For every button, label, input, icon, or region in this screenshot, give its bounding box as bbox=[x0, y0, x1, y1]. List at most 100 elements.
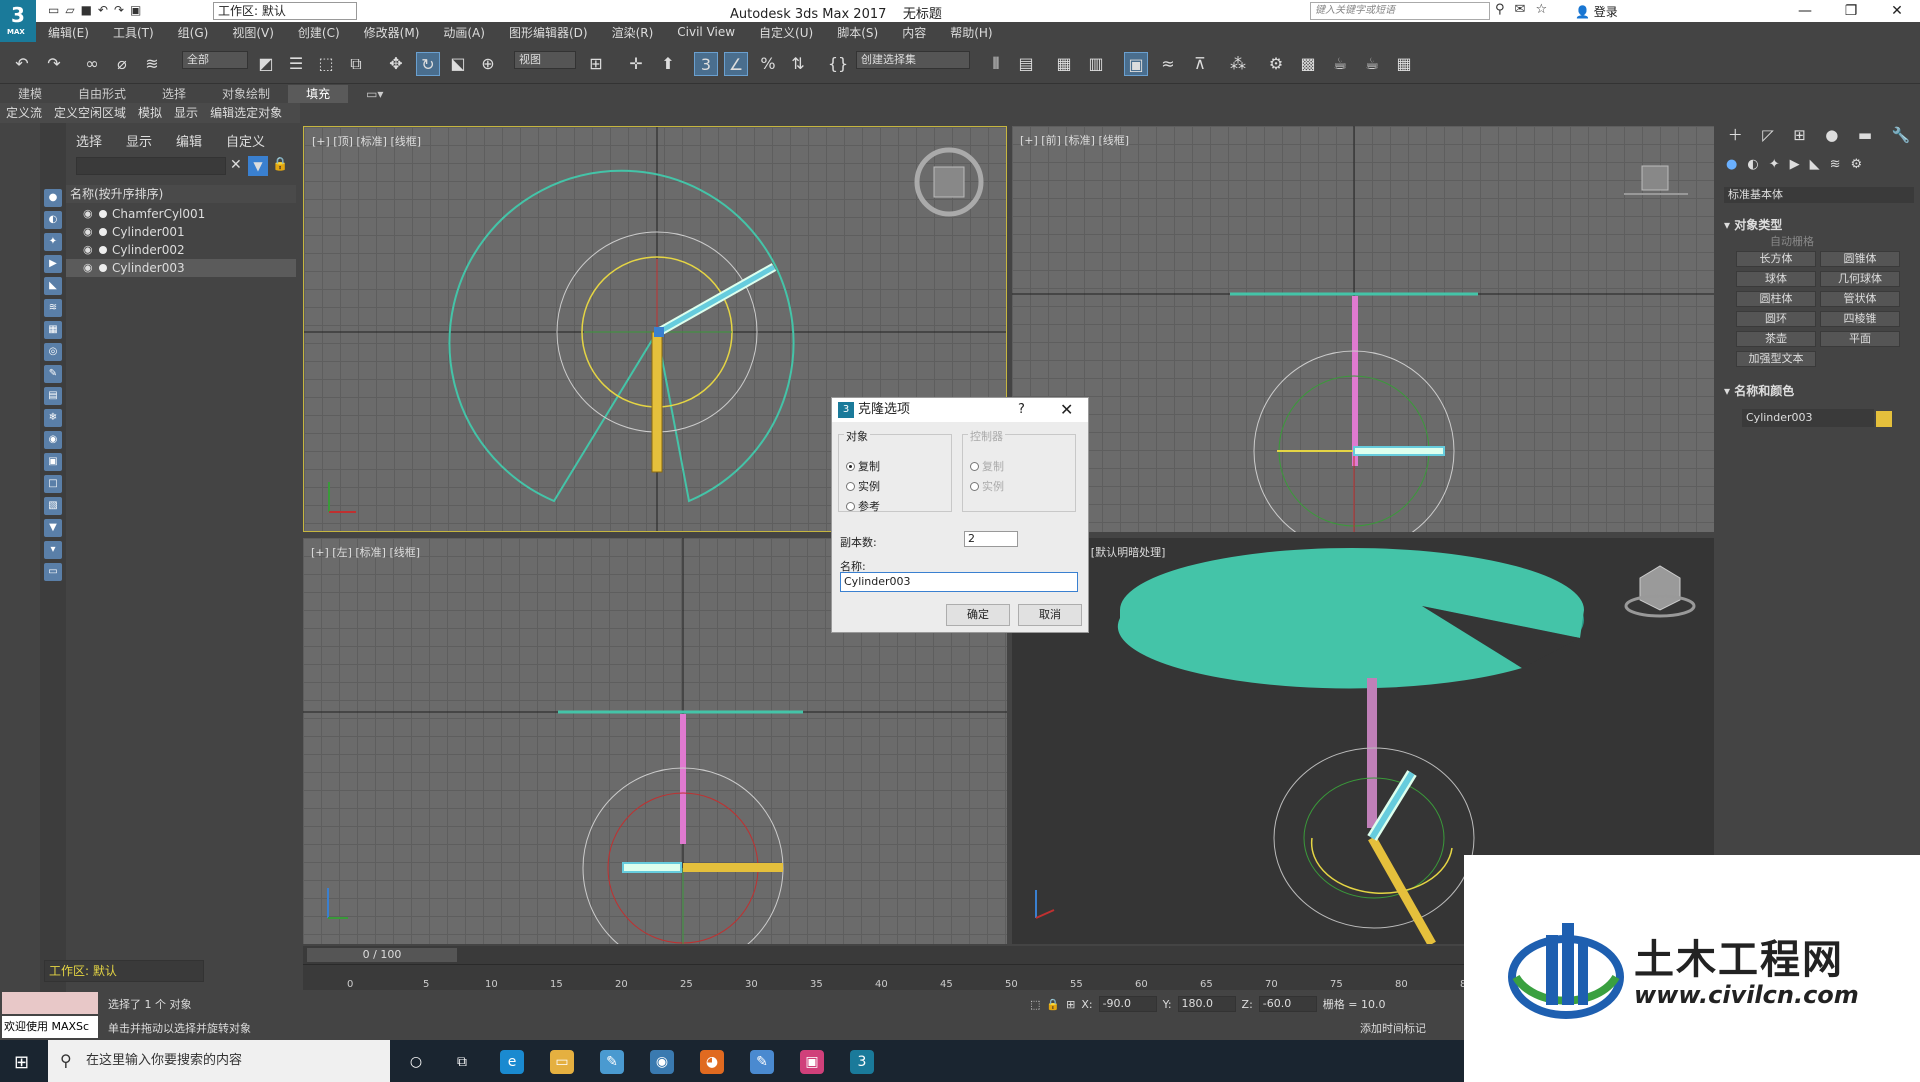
scene-menu-customize[interactable]: 自定义 bbox=[226, 131, 265, 150]
filter-spacewarps-icon[interactable]: ≋ bbox=[44, 299, 62, 317]
plane-button[interactable]: 平面 bbox=[1820, 331, 1900, 347]
lights-icon[interactable]: ✦ bbox=[1769, 157, 1780, 177]
pivot-center-icon[interactable]: ⊞ bbox=[584, 52, 608, 76]
pyramid-button[interactable]: 四棱锥 bbox=[1820, 311, 1900, 327]
render-production-icon[interactable]: ☕ bbox=[1328, 52, 1352, 76]
object-type-rollout[interactable]: ▾ 对象类型 bbox=[1724, 217, 1914, 233]
curve-editor-icon[interactable]: ≈ bbox=[1156, 52, 1180, 76]
workspace-bottom-select[interactable]: 工作区: 默认 bbox=[44, 960, 204, 982]
snap-toggle-icon[interactable]: 3 bbox=[694, 52, 718, 76]
clear-search-icon[interactable]: ✕ bbox=[230, 157, 242, 173]
shapes-icon[interactable]: ◐ bbox=[1747, 157, 1758, 177]
motion-tab-icon[interactable]: ● bbox=[1825, 123, 1838, 147]
column-header-name[interactable]: 名称(按升序排序) bbox=[66, 185, 296, 203]
app-icon[interactable]: ✎ bbox=[600, 1050, 624, 1074]
filter-frozen-icon[interactable]: ❄ bbox=[44, 409, 62, 427]
eye-icon[interactable]: ◉ bbox=[83, 241, 93, 259]
copy-radio[interactable]: 复制 bbox=[846, 460, 938, 474]
filter-all-icon[interactable]: ▣ bbox=[44, 453, 62, 471]
hierarchy-tab-icon[interactable]: ⊞ bbox=[1793, 123, 1806, 147]
menu-animation[interactable]: 动画(A) bbox=[431, 24, 497, 41]
workspace-select[interactable]: 工作区: 默认 bbox=[213, 2, 357, 20]
tab-object-paint[interactable]: 对象绘制 bbox=[204, 85, 288, 103]
app-icon[interactable]: ◉ bbox=[650, 1050, 674, 1074]
manipulate-icon[interactable]: ✛ bbox=[624, 52, 648, 76]
cancel-button[interactable]: 取消 bbox=[1018, 604, 1082, 626]
3dsmax-taskbar-icon[interactable]: 3 bbox=[850, 1050, 874, 1074]
cylinder-button[interactable]: 圆柱体 bbox=[1736, 291, 1816, 307]
select-by-name-icon[interactable]: ☰ bbox=[284, 52, 308, 76]
unlink-icon[interactable]: ⌀ bbox=[110, 52, 134, 76]
geometry-type-dropdown[interactable]: 标准基本体 bbox=[1724, 187, 1914, 203]
scale-icon[interactable]: ⬕ bbox=[446, 52, 470, 76]
time-slider[interactable]: 0 / 100 bbox=[307, 948, 457, 962]
redo-icon[interactable]: ↷ bbox=[42, 52, 66, 76]
maxscript-listener[interactable] bbox=[2, 992, 98, 1014]
filter-none-icon[interactable]: □ bbox=[44, 475, 62, 493]
z-field[interactable]: -60.0 bbox=[1258, 996, 1317, 1012]
tube-button[interactable]: 管状体 bbox=[1820, 291, 1900, 307]
filter-folder-icon[interactable]: ▭ bbox=[44, 563, 62, 581]
isolate-icon[interactable]: ⬚ bbox=[1030, 998, 1040, 1011]
tab-modeling[interactable]: 建模 bbox=[0, 85, 60, 103]
keyboard-shortcut-icon[interactable]: ⬆ bbox=[656, 52, 680, 76]
spinner-snap-icon[interactable]: ⇅ bbox=[786, 52, 810, 76]
save-icon[interactable]: ■ bbox=[81, 3, 92, 17]
box-button[interactable]: 长方体 bbox=[1736, 251, 1816, 267]
filter-icon[interactable]: ▼ bbox=[248, 156, 268, 176]
filter-cameras-icon[interactable]: ▶ bbox=[44, 255, 62, 273]
geometry-icon[interactable]: ● bbox=[1726, 157, 1737, 177]
menu-scripting[interactable]: 脚本(S) bbox=[825, 24, 890, 41]
cameras-icon[interactable]: ▶ bbox=[1790, 157, 1800, 177]
login-button[interactable]: 👤 登录 bbox=[1575, 3, 1618, 20]
render-dot-icon[interactable] bbox=[99, 246, 107, 254]
geosphere-button[interactable]: 几何球体 bbox=[1820, 271, 1900, 287]
mirror-icon[interactable]: ⫴ bbox=[984, 52, 1008, 76]
torus-button[interactable]: 圆环 bbox=[1736, 311, 1816, 327]
menu-customize[interactable]: 自定义(U) bbox=[747, 24, 825, 41]
filter-shapes-icon[interactable]: ◐ bbox=[44, 211, 62, 229]
taskbar-search-input[interactable]: ⚲ 在这里输入你要搜索的内容 bbox=[48, 1040, 390, 1082]
new-file-icon[interactable]: ▭ bbox=[48, 3, 59, 17]
list-item[interactable]: ◉ Cylinder001 bbox=[66, 223, 296, 241]
eye-icon[interactable]: ◉ bbox=[83, 205, 93, 223]
lock-icon[interactable]: 🔒 bbox=[272, 157, 288, 172]
filter-xrefs-icon[interactable]: ◎ bbox=[44, 343, 62, 361]
tab-selection[interactable]: 选择 bbox=[144, 85, 204, 103]
app-icon[interactable]: ▣ bbox=[800, 1050, 824, 1074]
select-object-icon[interactable]: ◩ bbox=[254, 52, 278, 76]
copies-spinner[interactable]: 2 bbox=[964, 531, 1018, 547]
render-dot-icon[interactable] bbox=[99, 210, 107, 218]
close-icon[interactable]: ✕ bbox=[1874, 0, 1920, 22]
maxscript-mini-listener[interactable]: 欢迎使用 MAXSc bbox=[2, 1016, 98, 1038]
filter-invert-icon[interactable]: ▧ bbox=[44, 497, 62, 515]
selection-lock-icon[interactable]: 🔒 bbox=[1046, 998, 1060, 1011]
rotate-icon[interactable]: ↻ bbox=[416, 52, 440, 76]
systems-icon[interactable]: ⚙ bbox=[1851, 157, 1863, 177]
filter-helpers-icon[interactable]: ◣ bbox=[44, 277, 62, 295]
scene-search-input[interactable] bbox=[76, 157, 226, 175]
scene-menu-edit[interactable]: 编辑 bbox=[176, 131, 202, 150]
viewport-front[interactable]: [+] [前] [标准] [线框] bbox=[1012, 126, 1714, 532]
scene-menu-select[interactable]: 选择 bbox=[76, 131, 102, 150]
edit-named-sets-icon[interactable]: {} bbox=[826, 52, 850, 76]
firefox-icon[interactable]: ◕ bbox=[700, 1050, 724, 1074]
text-plus-button[interactable]: 加强型文本 bbox=[1736, 351, 1816, 367]
scene-explorer-icon[interactable]: ▣ bbox=[1124, 52, 1148, 76]
windows-start-icon[interactable]: ⊞ bbox=[14, 1052, 29, 1073]
add-time-tag[interactable]: 添加时间标记 bbox=[1360, 1020, 1426, 1036]
menu-tools[interactable]: 工具(T) bbox=[101, 24, 166, 41]
subtab-define-flows[interactable]: 定义流 bbox=[0, 103, 48, 123]
helpers-icon[interactable]: ◣ bbox=[1810, 157, 1820, 177]
reference-coord-dropdown[interactable]: 视图 bbox=[514, 51, 576, 69]
menu-group[interactable]: 组(G) bbox=[166, 24, 221, 41]
reference-radio[interactable]: 参考 bbox=[846, 500, 938, 514]
move-icon[interactable]: ✥ bbox=[384, 52, 408, 76]
subscription-icon[interactable]: ✉ bbox=[1515, 2, 1526, 17]
render-iterative-icon[interactable]: ☕ bbox=[1360, 52, 1384, 76]
menu-help[interactable]: 帮助(H) bbox=[938, 24, 1004, 41]
menu-create[interactable]: 创建(C) bbox=[286, 24, 352, 41]
x-field[interactable]: -90.0 bbox=[1098, 996, 1157, 1012]
file-explorer-icon[interactable]: ▭ bbox=[550, 1050, 574, 1074]
rendered-frame-icon[interactable]: ▩ bbox=[1296, 52, 1320, 76]
